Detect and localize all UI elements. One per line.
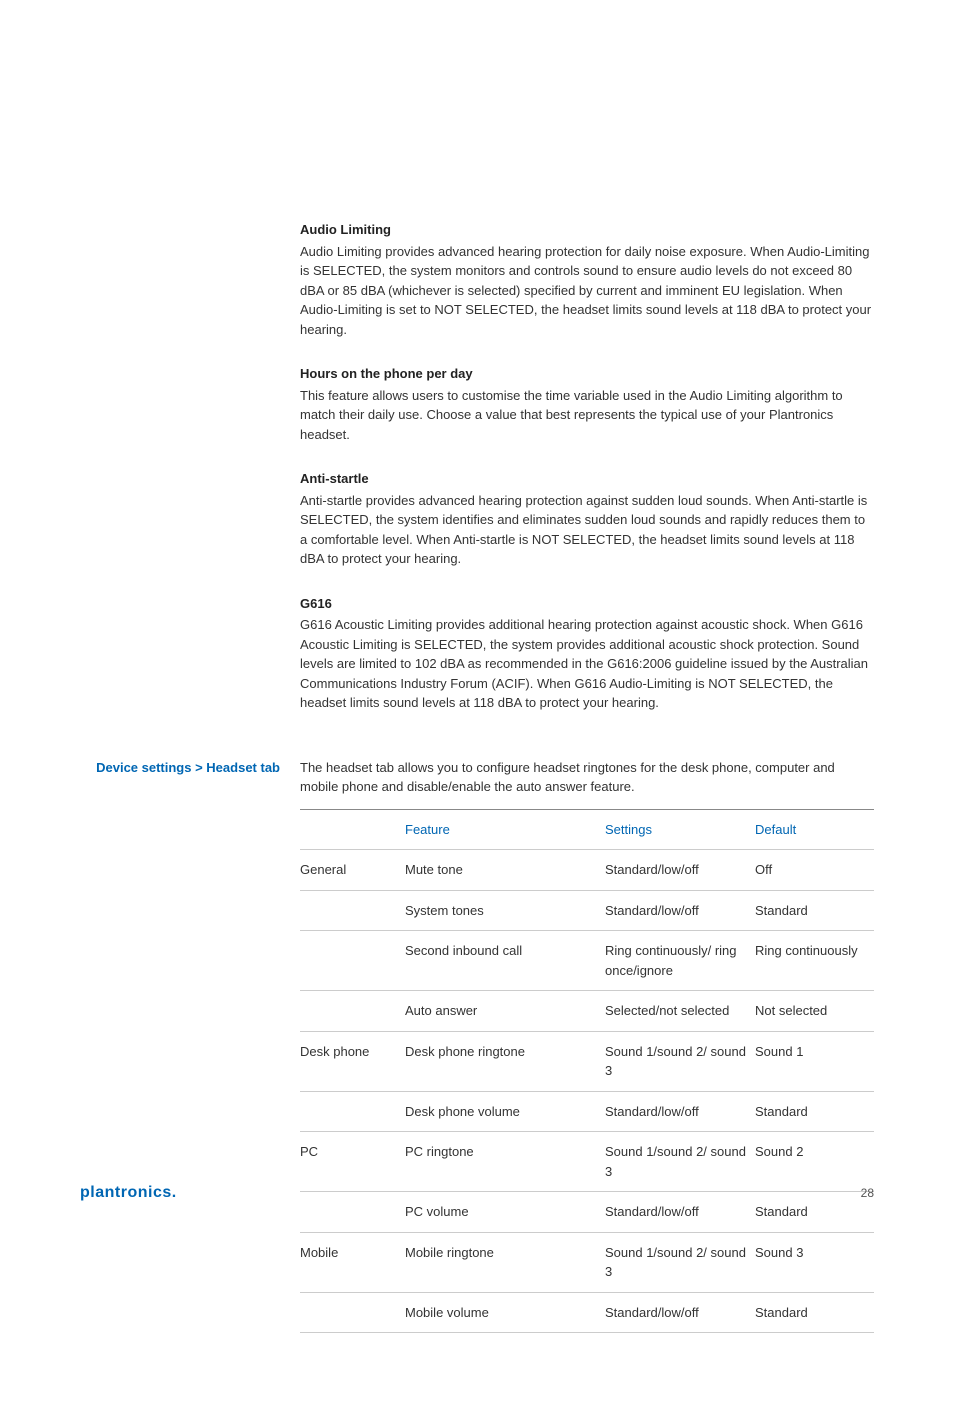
table-cell: Mobile ringtone bbox=[405, 1232, 605, 1292]
table-cell: Desk phone bbox=[300, 1031, 405, 1091]
section-title: Audio Limiting bbox=[300, 220, 874, 240]
table-cell bbox=[300, 890, 405, 931]
table-cell: Sound 1 bbox=[755, 1031, 874, 1091]
table-cell: Sound 3 bbox=[755, 1232, 874, 1292]
table-cell bbox=[300, 1292, 405, 1333]
section-title: Hours on the phone per day bbox=[300, 364, 874, 384]
table-cell: Not selected bbox=[755, 991, 874, 1032]
table-cell: Desk phone volume bbox=[405, 1091, 605, 1132]
table-cell: Standard bbox=[755, 1292, 874, 1333]
settings-table: Feature Settings Default GeneralMute ton… bbox=[300, 809, 874, 1334]
table-cell: Mobile bbox=[300, 1232, 405, 1292]
table-cell: Standard/low/off bbox=[605, 1091, 755, 1132]
table-row: Auto answerSelected/not selectedNot sele… bbox=[300, 991, 874, 1032]
table-cell: Sound 1/sound 2/ sound 3 bbox=[605, 1031, 755, 1091]
table-cell: Standard bbox=[755, 1091, 874, 1132]
table-cell: Off bbox=[755, 850, 874, 891]
sidebar-section-title: Device settings > Headset tab bbox=[80, 758, 280, 778]
table-row: GeneralMute toneStandard/low/offOff bbox=[300, 850, 874, 891]
table-cell: System tones bbox=[405, 890, 605, 931]
table-cell: Desk phone ringtone bbox=[405, 1031, 605, 1091]
section-audio-limiting: Audio Limiting Audio Limiting provides a… bbox=[300, 220, 874, 339]
table-cell: Ring continuously bbox=[755, 931, 874, 991]
section-anti-startle: Anti-startle Anti-startle provides advan… bbox=[300, 469, 874, 569]
table-cell: Selected/not selected bbox=[605, 991, 755, 1032]
section-body: Audio Limiting provides advanced hearing… bbox=[300, 242, 874, 340]
table-cell: Mobile volume bbox=[405, 1292, 605, 1333]
section-body: G616 Acoustic Limiting provides addition… bbox=[300, 615, 874, 713]
brand-logo: plantronics. bbox=[80, 1181, 177, 1205]
table-cell bbox=[300, 931, 405, 991]
section-hours-per-day: Hours on the phone per day This feature … bbox=[300, 364, 874, 444]
table-cell: Mute tone bbox=[405, 850, 605, 891]
table-header-settings: Settings bbox=[605, 809, 755, 850]
table-cell: General bbox=[300, 850, 405, 891]
table-cell bbox=[300, 991, 405, 1032]
table-cell: Auto answer bbox=[405, 991, 605, 1032]
table-header-category bbox=[300, 809, 405, 850]
footer: plantronics. 28 bbox=[80, 1181, 874, 1205]
section-body: Anti-startle provides advanced hearing p… bbox=[300, 491, 874, 569]
section-title: Anti-startle bbox=[300, 469, 874, 489]
table-cell: Standard/low/off bbox=[605, 1292, 755, 1333]
table-header-feature: Feature bbox=[405, 809, 605, 850]
page-number: 28 bbox=[861, 1184, 874, 1202]
table-cell: Ring continuously/ ring once/ignore bbox=[605, 931, 755, 991]
table-row: MobileMobile ringtoneSound 1/sound 2/ so… bbox=[300, 1232, 874, 1292]
table-cell: Sound 1/sound 2/ sound 3 bbox=[605, 1232, 755, 1292]
table-cell: Standard/low/off bbox=[605, 890, 755, 931]
table-header-default: Default bbox=[755, 809, 874, 850]
table-row: Second inbound callRing continuously/ ri… bbox=[300, 931, 874, 991]
table-cell: Standard bbox=[755, 890, 874, 931]
section-g616: G616 G616 Acoustic Limiting provides add… bbox=[300, 594, 874, 713]
table-row: Mobile volumeStandard/low/offStandard bbox=[300, 1292, 874, 1333]
table-cell: Second inbound call bbox=[405, 931, 605, 991]
table-cell: Standard/low/off bbox=[605, 850, 755, 891]
section-title: G616 bbox=[300, 594, 874, 614]
table-row: Desk phone volumeStandard/low/offStandar… bbox=[300, 1091, 874, 1132]
table-row: System tonesStandard/low/offStandard bbox=[300, 890, 874, 931]
intro-text: The headset tab allows you to configure … bbox=[300, 758, 874, 797]
section-body: This feature allows users to customise t… bbox=[300, 386, 874, 445]
table-cell bbox=[300, 1091, 405, 1132]
table-row: Desk phoneDesk phone ringtoneSound 1/sou… bbox=[300, 1031, 874, 1091]
